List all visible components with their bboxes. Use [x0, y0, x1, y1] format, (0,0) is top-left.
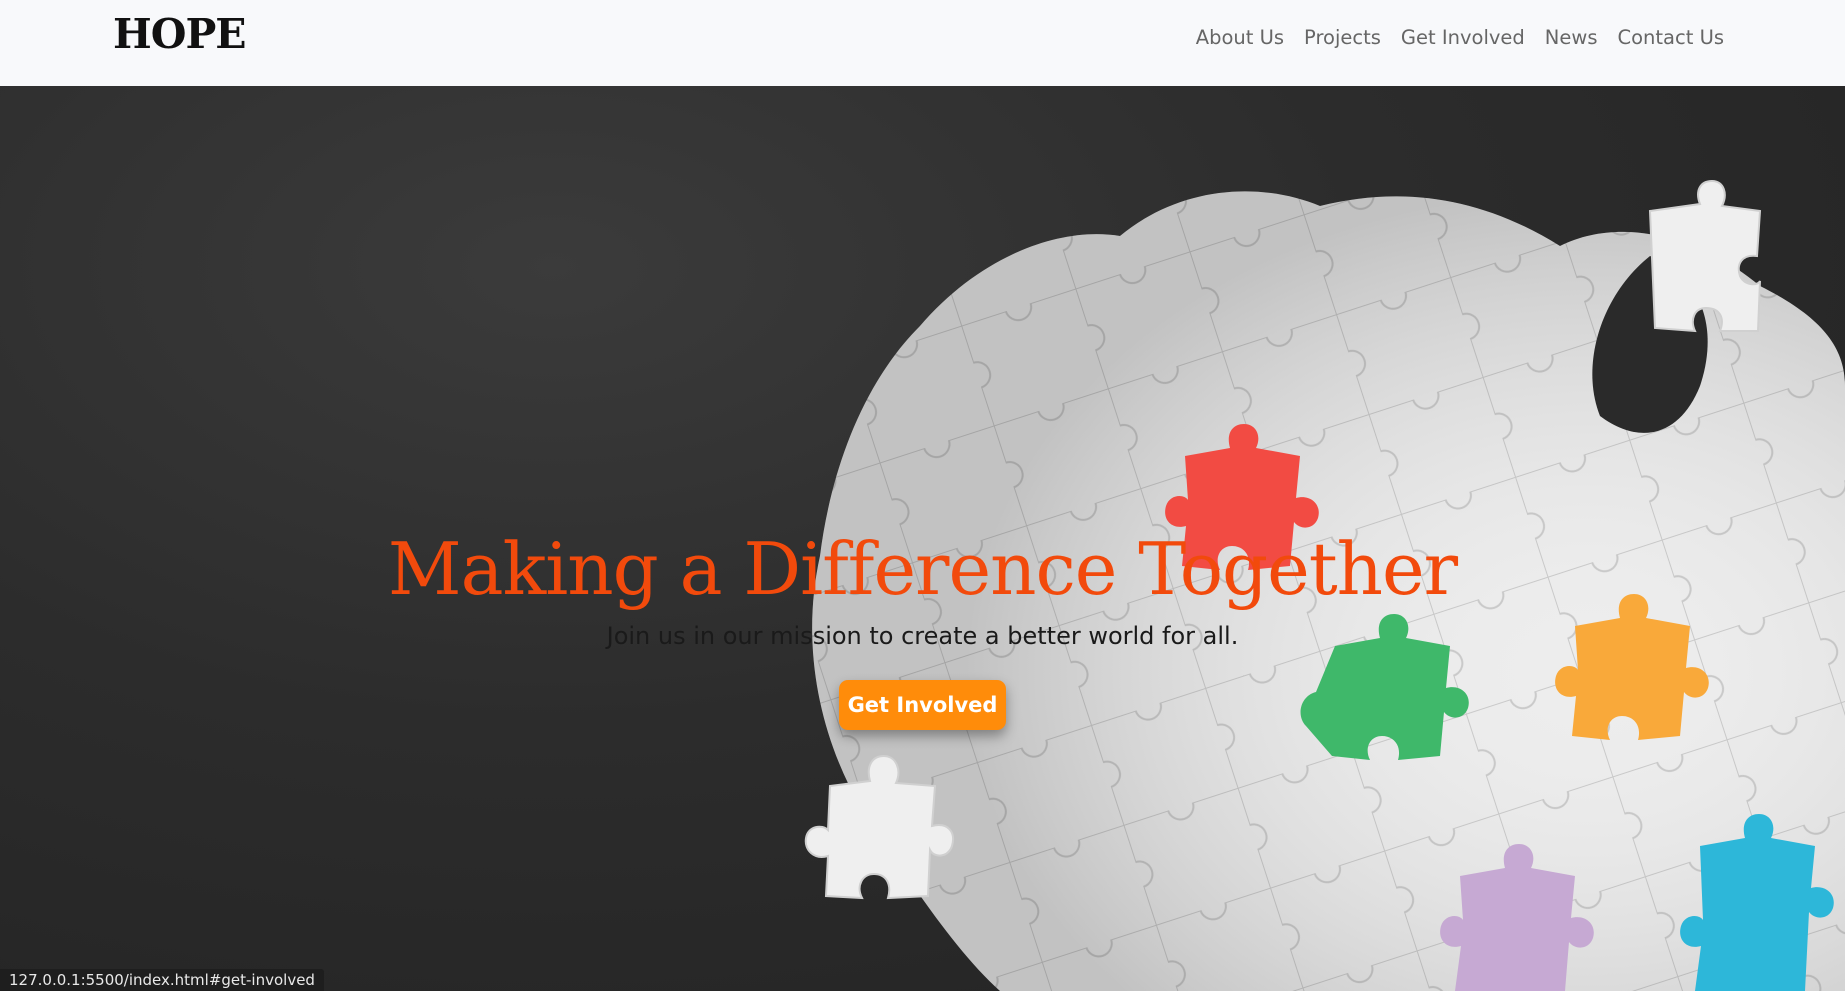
nav-link-get-involved[interactable]: Get Involved: [1401, 26, 1525, 49]
nav-link-projects[interactable]: Projects: [1304, 26, 1381, 49]
hero-section: Making a Difference Together Join us in …: [0, 86, 1845, 991]
get-involved-button[interactable]: Get Involved: [838, 680, 1007, 731]
nav-links: About Us Projects Get Involved News Cont…: [1196, 26, 1724, 49]
link-preview-status: 127.0.0.1:5500/index.html#get-involved: [0, 969, 324, 991]
nav-link-about-us[interactable]: About Us: [1196, 26, 1284, 49]
hero-subtitle: Join us in our mission to create a bette…: [606, 622, 1239, 651]
nav-link-news[interactable]: News: [1545, 26, 1598, 49]
loose-piece-top: [1648, 179, 1762, 333]
brand-logo[interactable]: HOPE: [113, 10, 247, 58]
hero-title: Making a Difference Together: [387, 527, 1458, 611]
hero-content: Making a Difference Together Join us in …: [0, 526, 1845, 731]
nav-link-contact-us[interactable]: Contact Us: [1618, 26, 1725, 49]
top-navbar: HOPE About Us Projects Get Involved News…: [0, 0, 1845, 86]
